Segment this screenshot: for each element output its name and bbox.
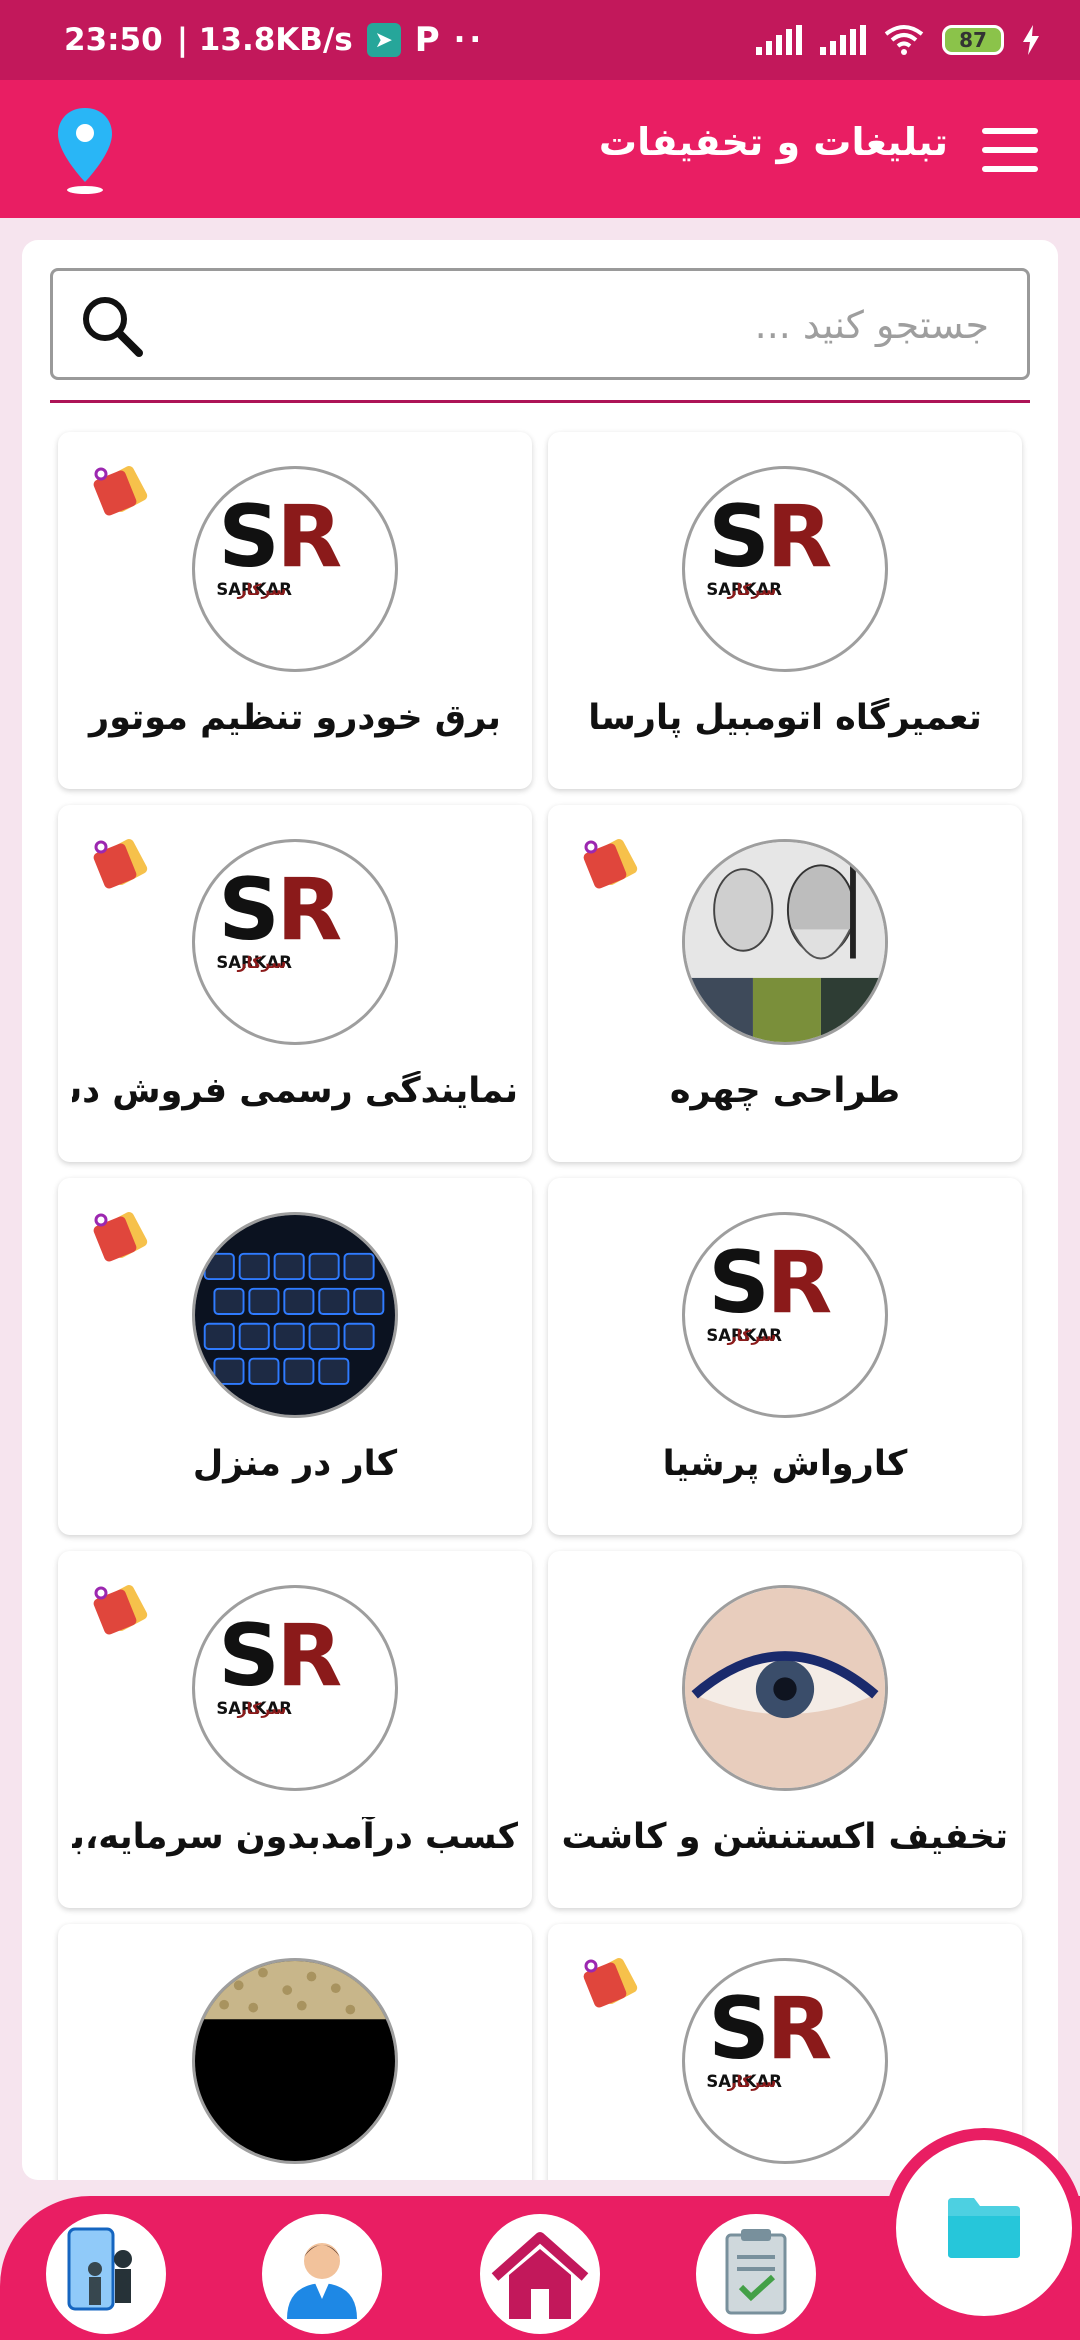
svg-text:R: R (767, 1980, 833, 2079)
eyelash-image (685, 1588, 885, 1788)
svg-text:R: R (767, 488, 833, 587)
listing-card[interactable]: طراحی چهره (548, 805, 1022, 1162)
nav-profile-button[interactable] (262, 2214, 382, 2334)
more-notifications-indicator: ·· (453, 22, 486, 58)
listing-image (682, 1585, 888, 1791)
menu-icon-line (982, 128, 1038, 134)
svg-text:S: S (218, 488, 280, 587)
svg-text:S: S (708, 488, 770, 587)
listing-image: S R SARKAR سرکار (192, 1585, 398, 1791)
listing-title: نمایندگی رسمی فروش دستگاه ها (72, 1071, 518, 1111)
sarkar-logo-icon: S R SARKAR سرکار (706, 1980, 833, 2091)
checklist-icon (725, 2229, 787, 2315)
parking-notification-icon: P (414, 20, 440, 60)
listing-image: S R SARKAR سرکار (682, 1958, 888, 2164)
sarkar-logo-icon: S R SARKAR سرکار (216, 488, 343, 599)
search-divider (50, 400, 1030, 403)
menu-button[interactable] (982, 128, 1038, 172)
svg-text:S: S (218, 1607, 280, 1706)
listing-image: S R SARKAR سرکار (192, 839, 398, 1045)
status-network-speed: | 13.8KB/s (176, 22, 353, 58)
listing-image: S R SARKAR سرکار (682, 1212, 888, 1418)
search-box (50, 268, 1030, 380)
search-icon[interactable] (79, 293, 145, 359)
signal-icon (756, 25, 802, 55)
discount-tag-icon (93, 1212, 148, 1262)
svg-text:S: S (708, 1234, 770, 1333)
listing-title: تعمیرگاه اتومبیل پارسا (588, 698, 982, 738)
listing-card[interactable]: کار در منزل (58, 1178, 532, 1535)
nav-business-button[interactable] (46, 2214, 166, 2334)
listing-image: S R SARKAR سرکار (192, 466, 398, 672)
location-pin-icon[interactable] (50, 102, 120, 198)
discount-tag-icon (583, 839, 638, 889)
business-meeting-icon (67, 2227, 132, 2311)
menu-icon-line (982, 166, 1038, 172)
svg-text:S: S (218, 861, 280, 960)
listing-title: کسب درآمدبدون سرمایه،بدون تجربه (72, 1817, 518, 1857)
app-bar: تبلیغات و تخفیفات (0, 80, 1080, 218)
svg-text:سرکار: سرکار (727, 1327, 777, 1345)
svg-text:R: R (277, 861, 343, 960)
discount-tag-icon (583, 1958, 638, 2008)
svg-text:R: R (277, 488, 343, 587)
keyboard-image (195, 1215, 395, 1415)
status-bar: 23:50 | 13.8KB/s ➤ P ·· 87 (0, 0, 1080, 80)
listing-title: کارواش پرشیا (662, 1444, 908, 1484)
signal-icon-2 (820, 25, 866, 55)
svg-text:S: S (708, 1980, 770, 2079)
listing-title: برق خودرو تنظیم موتور (89, 698, 501, 738)
listing-title: تخفیف اکستنشن و کاشت مژه (562, 1817, 1008, 1857)
listing-card[interactable] (58, 1924, 532, 2180)
listing-image: S R SARKAR سرکار (682, 466, 888, 672)
listing-image (192, 1212, 398, 1418)
listing-card[interactable]: S R SARKAR سرکار نمایندگی رسمی فروش دستگ… (58, 805, 532, 1162)
folder-icon (948, 2198, 1020, 2258)
wifi-icon (884, 25, 924, 55)
folder-button[interactable] (884, 2128, 1080, 2328)
sarkar-logo-icon: S R SARKAR سرکار (216, 1607, 343, 1718)
listings-grid: S R SARKAR سرکار برق خودرو تنظیم موتور S… (58, 432, 1028, 2180)
listing-image (192, 1958, 398, 2164)
listing-card[interactable]: S R SARKAR سرکار برق خودرو تنظیم موتور (58, 432, 532, 789)
discount-tag-icon (93, 1585, 148, 1635)
svg-text:سرکار: سرکار (237, 1700, 287, 1718)
profile-icon (287, 2243, 357, 2319)
portrait-sketch-image (685, 842, 885, 1042)
charging-icon (1023, 25, 1039, 55)
notification-app-icon: ➤ (366, 23, 401, 57)
page-title: تبلیغات و تخفیفات (598, 120, 948, 164)
battery-indicator: 87 (942, 25, 1004, 55)
svg-text:سرکار: سرکار (727, 581, 777, 599)
svg-text:R: R (767, 1234, 833, 1333)
nav-checklist-button[interactable] (696, 2214, 816, 2334)
home-icon (491, 2232, 589, 2319)
sarkar-logo-icon: S R SARKAR سرکار (216, 861, 343, 972)
status-time: 23:50 (64, 22, 163, 58)
svg-text:سرکار: سرکار (237, 954, 287, 972)
svg-text:R: R (277, 1607, 343, 1706)
discount-tag-icon (93, 466, 148, 516)
svg-text:سرکار: سرکار (727, 2073, 777, 2091)
listing-title: طراحی چهره (669, 1071, 901, 1111)
listing-title: کار در منزل (192, 1444, 398, 1484)
listing-card[interactable]: S R SARKAR سرکار کسب درآمدبدون سرمایه،بد… (58, 1551, 532, 1908)
listing-card[interactable]: تخفیف اکستنشن و کاشت مژه (548, 1551, 1022, 1908)
sarkar-logo-icon: S R SARKAR سرکار (706, 488, 833, 599)
listing-card[interactable]: S R SARKAR سرکار تعمیرگاه اتومبیل پارسا (548, 432, 1022, 789)
listing-card[interactable]: S R SARKAR سرکار کارواش پرشیا (548, 1178, 1022, 1535)
discount-tag-icon (93, 839, 148, 889)
search-input[interactable] (167, 271, 991, 379)
sarkar-logo-icon: S R SARKAR سرکار (706, 1234, 833, 1345)
grain-image (195, 1961, 395, 2161)
nav-home-button[interactable] (480, 2214, 600, 2334)
listing-image (682, 839, 888, 1045)
listings-panel: S R SARKAR سرکار برق خودرو تنظیم موتور S… (22, 240, 1058, 2180)
menu-icon-line (982, 147, 1038, 153)
svg-text:سرکار: سرکار (237, 581, 287, 599)
